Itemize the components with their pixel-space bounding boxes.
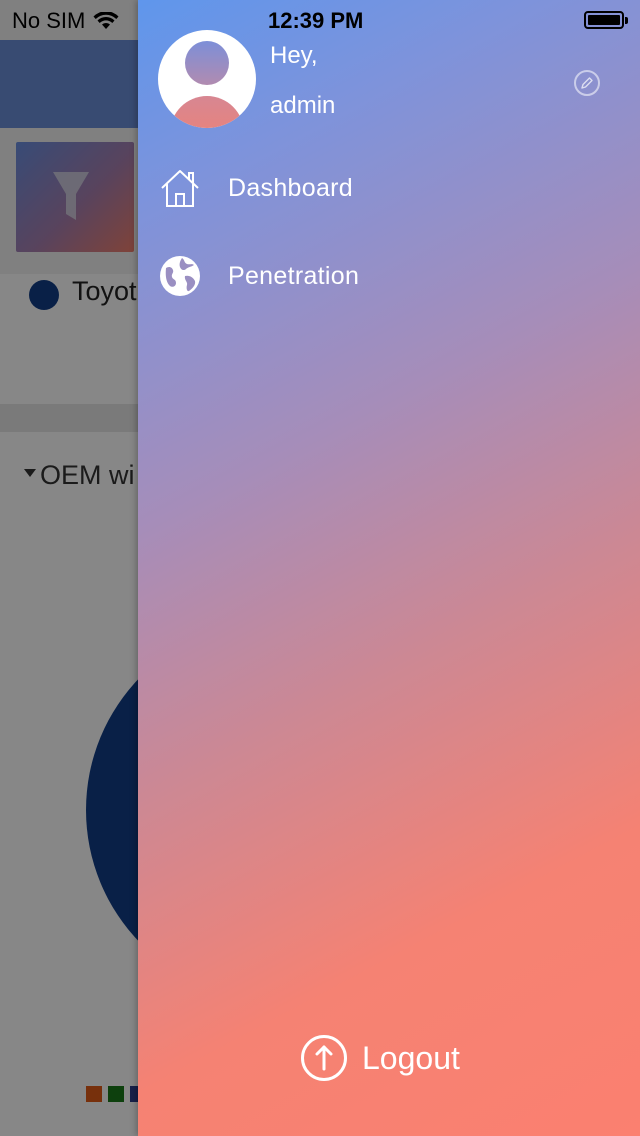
pencil-icon (581, 77, 593, 89)
carrier-label: No SIM (12, 8, 86, 33)
home-icon (158, 166, 202, 210)
status-time: 12:39 PM (268, 8, 364, 33)
status-bar-left: No SIM (12, 8, 119, 34)
menu-item-dashboard[interactable]: Dashboard (158, 158, 618, 218)
wifi-icon (93, 12, 119, 29)
greeting-text: Hey, (270, 42, 318, 69)
menu-item-label: Penetration (228, 261, 360, 290)
menu-item-label: Dashboard (228, 173, 354, 202)
menu-item-penetration[interactable]: Penetration (158, 246, 618, 306)
avatar[interactable] (158, 30, 256, 128)
logout-icon (301, 1035, 347, 1081)
username-text: admin (270, 92, 336, 119)
globe-icon (158, 254, 202, 298)
battery-icon (584, 11, 628, 29)
logout-button[interactable]: Logout (300, 1034, 460, 1082)
edit-profile-button[interactable] (574, 70, 600, 96)
side-drawer: 12:39 PM Hey, admin Dashboard Penetratio… (138, 0, 640, 1136)
logout-label: Logout (362, 1039, 460, 1076)
